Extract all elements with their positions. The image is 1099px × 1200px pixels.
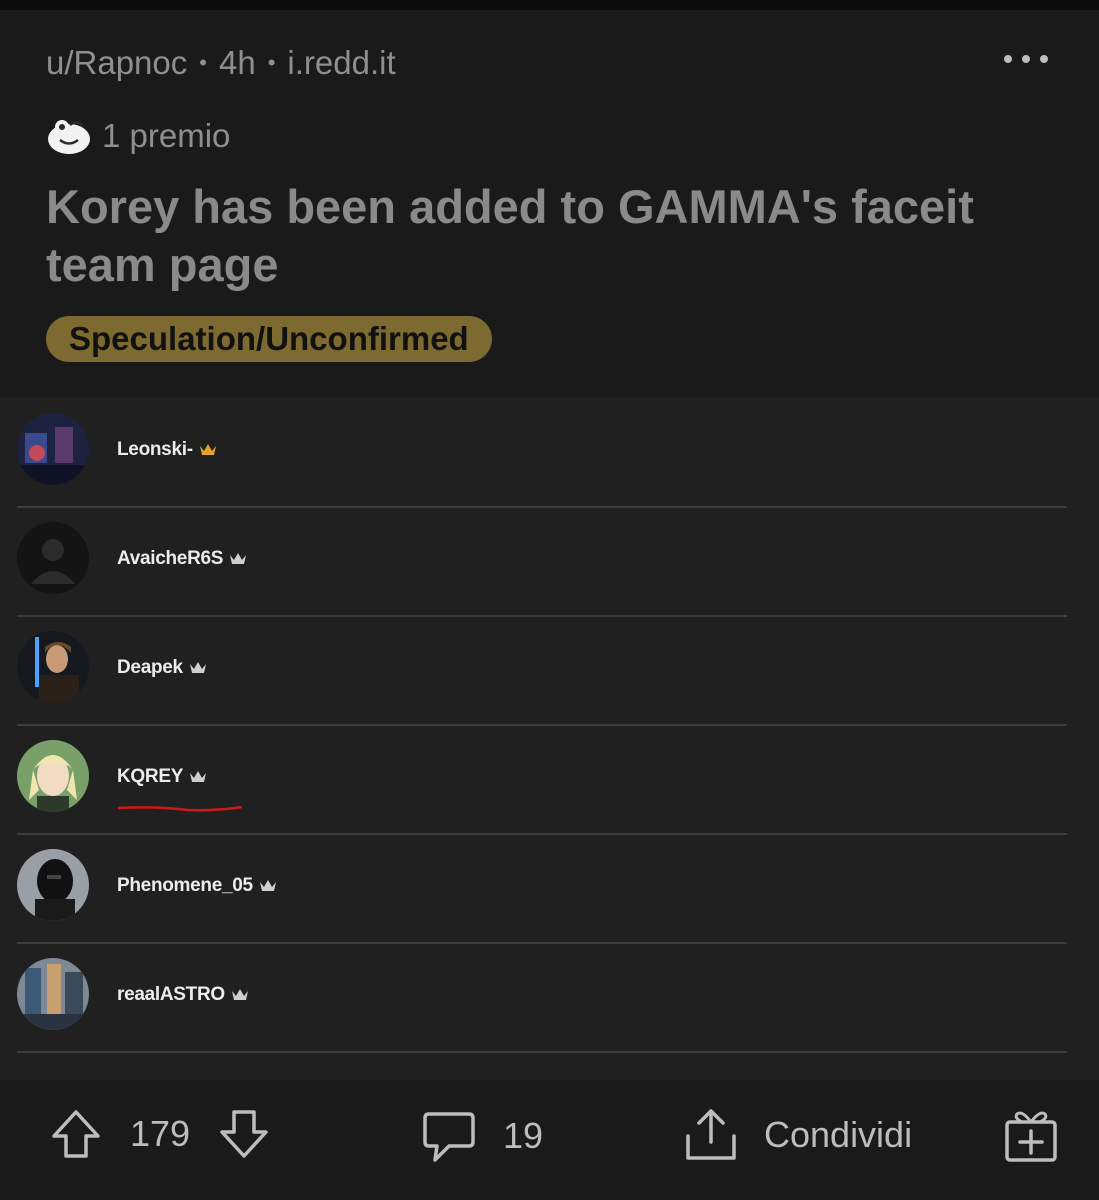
comment-count: 19 [503,1115,544,1156]
post-title[interactable]: Korey has been added to GAMMA's faceit t… [46,178,1036,294]
crown-icon [190,771,207,782]
crown-icon [259,880,276,891]
downvote-icon[interactable] [216,1106,272,1162]
comment-icon [423,1112,475,1162]
share-button[interactable]: Condividi [682,1106,912,1164]
member-name: KQREY [117,766,207,788]
member-avatar [17,522,89,594]
red-underline-mark [117,805,243,812]
team-member-row: reaalASTRO [17,942,1067,1053]
crown-icon [230,553,247,564]
comments-button[interactable]: 19 [421,1108,543,1164]
member-avatar [17,631,89,703]
more-icon[interactable] [1004,52,1048,66]
gift-icon[interactable] [1002,1108,1060,1164]
post-header: u/Rapnoc • 4h • i.redd.it 1 premio Korey… [0,10,1099,397]
team-member-row: Deapek [17,615,1067,726]
member-name: Leonski- [117,439,217,461]
member-name: AvaicheR6S [117,548,247,570]
post-meta: u/Rapnoc • 4h • i.redd.it [46,44,396,82]
team-member-row: KQREY [17,724,1067,835]
member-avatar [17,413,89,485]
post-flair[interactable]: Speculation/Unconfirmed [46,316,492,362]
post-domain[interactable]: i.redd.it [287,44,395,82]
upvote-icon[interactable] [48,1106,104,1162]
share-label: Condividi [764,1114,913,1155]
upvote-count: 179 [130,1113,191,1154]
member-name: Deapek [117,657,207,679]
team-member-row: AvaicheR6S [17,506,1067,617]
status-strip [0,0,1099,10]
member-avatar [17,958,89,1030]
post-time: 4h [218,44,256,81]
author-link[interactable]: u/Rapnoc [46,44,187,82]
crown-icon [199,444,216,455]
team-member-row: Phenomene_05 [17,833,1067,944]
separator-dot: • [199,50,207,75]
action-bar: 179 19 Condividi [0,1080,1099,1200]
award-count: 1 premio [102,117,231,154]
award-icon [48,120,90,154]
crown-icon [231,989,248,1000]
member-name: Phenomene_05 [117,875,277,897]
member-name: reaalASTRO [117,984,249,1006]
post-image[interactable]: Leonski- AvaicheR6S Deapek KQREY Phenome… [0,397,1099,1080]
crown-icon [189,662,206,673]
team-member-row: Leonski- [17,397,1067,508]
share-icon [686,1109,736,1160]
separator-dot: • [267,50,276,75]
vote-group: 179 [48,1106,272,1162]
member-avatar [17,740,89,812]
award-badge[interactable]: 1 premio [46,116,230,156]
member-avatar [17,849,89,921]
